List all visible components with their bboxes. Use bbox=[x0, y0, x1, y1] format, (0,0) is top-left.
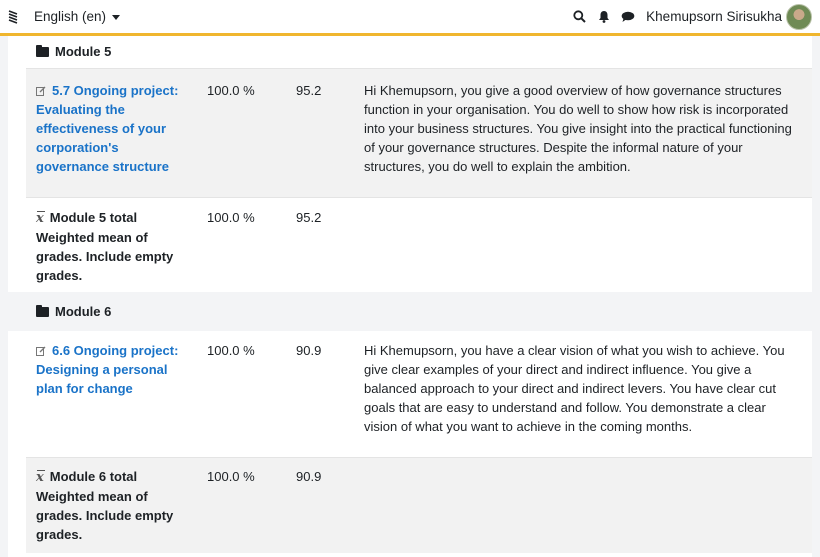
mean-icon: x bbox=[36, 211, 45, 226]
grade-value: 90.9 bbox=[296, 343, 322, 358]
chat-icon[interactable] bbox=[620, 9, 635, 24]
percentage-value: 100.0 % bbox=[207, 210, 255, 225]
folder-icon bbox=[36, 45, 49, 57]
category-total-row: x Module 6 total Weighted mean of grades.… bbox=[26, 457, 812, 553]
grade-value: 95.2 bbox=[296, 210, 322, 225]
user-name[interactable]: Khemupsorn Sirisukha bbox=[646, 9, 782, 24]
grade-item-row: 6.6 Ongoing project: Designing a persona… bbox=[26, 331, 812, 457]
grade-value: 95.2 bbox=[296, 83, 322, 98]
language-menu[interactable]: English (en) bbox=[34, 0, 121, 33]
site-logo-icon[interactable] bbox=[8, 9, 18, 26]
total-name: Module 5 total bbox=[49, 210, 138, 225]
assignment-link[interactable]: 6.6 Ongoing project: Designing a persona… bbox=[36, 343, 178, 396]
bell-icon[interactable] bbox=[596, 9, 611, 24]
assignment-name: 5.7 Ongoing project: Evaluating the effe… bbox=[36, 83, 179, 174]
category-row: Module 5 bbox=[36, 44, 820, 59]
assignment-icon bbox=[36, 86, 46, 96]
percentage-value: 100.0 % bbox=[207, 343, 255, 358]
assignment-name: 6.6 Ongoing project: Designing a persona… bbox=[36, 343, 179, 396]
feedback-text: Hi Khemupsorn, you give a good overview … bbox=[364, 83, 792, 174]
folder-icon bbox=[36, 305, 49, 317]
category-name: Module 6 bbox=[55, 304, 112, 319]
percentage-value: 100.0 % bbox=[207, 469, 255, 484]
language-label: English (en) bbox=[34, 9, 107, 24]
grade-item-row: 5.7 Ongoing project: Evaluating the effe… bbox=[26, 68, 812, 197]
percentage-value: 100.0 % bbox=[207, 83, 255, 98]
category-row: Module 6 bbox=[36, 304, 820, 319]
mean-icon: x bbox=[36, 470, 45, 485]
total-subtitle: Weighted mean of grades. Include empty g… bbox=[36, 230, 174, 283]
grade-value: 90.9 bbox=[296, 469, 322, 484]
top-navbar: English (en) Khemupsorn Sirisukha bbox=[0, 0, 820, 36]
total-subtitle: Weighted mean of grades. Include empty g… bbox=[36, 489, 174, 542]
feedback-text: Hi Khemupsorn, you have a clear vision o… bbox=[364, 343, 785, 434]
scrollbar[interactable] bbox=[812, 36, 820, 557]
grades-panel: Module 5 5.7 Ongoing project: Evaluating… bbox=[8, 36, 812, 557]
chevron-down-icon bbox=[112, 14, 121, 20]
category-name: Module 5 bbox=[55, 44, 112, 59]
search-icon[interactable] bbox=[572, 9, 587, 24]
assignment-link[interactable]: 5.7 Ongoing project: Evaluating the effe… bbox=[36, 83, 178, 174]
total-name: Module 6 total bbox=[49, 469, 138, 484]
assignment-icon bbox=[36, 346, 46, 356]
category-total-row: x Module 5 total Weighted mean of grades.… bbox=[26, 197, 812, 292]
avatar[interactable] bbox=[786, 3, 812, 30]
